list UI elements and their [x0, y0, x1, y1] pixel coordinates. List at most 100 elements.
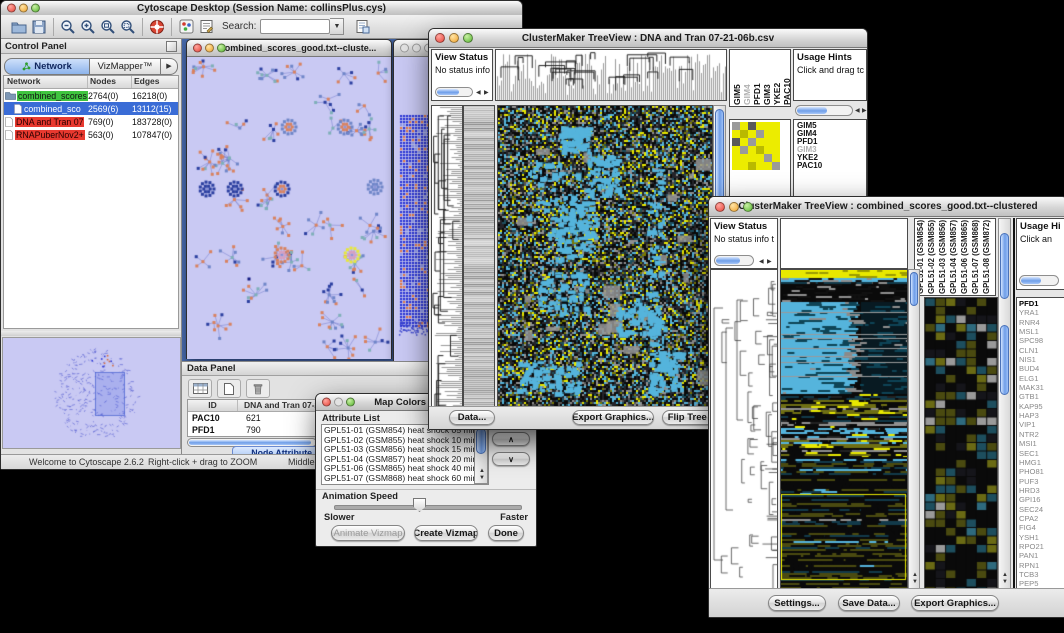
gene-label[interactable]: SEC1 [1019, 449, 1064, 458]
gene-label[interactable]: RPO21 [1019, 542, 1064, 551]
tv2-labels-vscrollbar[interactable]: ▲ ▼ [998, 218, 1011, 589]
zoom-heatmap-canvas[interactable] [925, 298, 997, 588]
zoom-heatmap-cell[interactable] [764, 146, 772, 154]
zoom-heatmap-cell[interactable] [756, 154, 764, 162]
column-label[interactable]: GPL51-02 (GSM855) [927, 220, 938, 294]
usage-hints-scrollbar[interactable] [1019, 275, 1059, 286]
zoom-heatmap-cell[interactable] [756, 138, 764, 146]
scroll-down-arrow[interactable]: ▼ [479, 475, 485, 481]
zoom-heatmap[interactable] [732, 122, 780, 170]
column-label[interactable]: PAC10 [782, 51, 791, 105]
minimize-button[interactable] [412, 44, 421, 53]
close-button[interactable] [715, 202, 725, 212]
col-header-edges[interactable]: Edges [132, 76, 178, 88]
column-label[interactable]: YKE2 [772, 51, 782, 105]
column-label[interactable]: GIM4 [742, 51, 752, 105]
gene-label[interactable]: CPA2 [1019, 514, 1064, 523]
scroll-down-arrow[interactable]: ▼ [1002, 579, 1008, 585]
birdseye-canvas[interactable] [3, 338, 180, 448]
global-heatmap-canvas[interactable] [498, 106, 712, 408]
column-label[interactable]: GIM5 [732, 51, 742, 105]
help-lifering-icon[interactable] [147, 17, 167, 37]
zoom-button[interactable] [346, 398, 355, 407]
zoom-heatmap-cell[interactable] [732, 122, 740, 130]
gene-label[interactable]: RNR4 [1019, 318, 1064, 327]
gene-label[interactable]: NIS1 [1019, 355, 1064, 364]
scrollbar-thumb[interactable] [910, 272, 918, 306]
zoom-heatmap-cell[interactable] [748, 138, 756, 146]
row-strip-canvas[interactable] [464, 106, 494, 408]
animation-speed-slider[interactable] [334, 505, 522, 510]
zoom-heatmap-cell[interactable] [732, 154, 740, 162]
import-table-icon[interactable] [352, 17, 372, 37]
gene-label[interactable]: PAC10 [797, 162, 866, 170]
zoom-heatmap-cell[interactable] [748, 162, 756, 170]
search-input[interactable] [260, 19, 330, 34]
zoom-button[interactable] [31, 4, 40, 13]
gene-label[interactable]: FIG4 [1019, 523, 1064, 532]
save-data-button[interactable]: Data... [449, 410, 495, 425]
zoom-in-icon[interactable] [78, 17, 98, 37]
delete-attribute-trash-icon[interactable] [246, 379, 270, 398]
tv2-column-dendrogram[interactable] [780, 218, 908, 269]
zoom-heatmap-cell[interactable] [756, 122, 764, 130]
scroll-right-arrow[interactable]: ▶ [862, 108, 867, 114]
minimize-button[interactable] [334, 398, 343, 407]
zoom-heatmap-cell[interactable] [772, 130, 780, 138]
gene-label[interactable]: TCB3 [1019, 570, 1064, 579]
zoom-heatmap-cell[interactable] [748, 122, 756, 130]
tv1-zoom-hscrollbar[interactable] [795, 105, 853, 116]
zoom-heatmap-cell[interactable] [772, 122, 780, 130]
gene-label[interactable]: YRA1 [1019, 308, 1064, 317]
scroll-up-arrow[interactable]: ▲ [912, 572, 918, 578]
gene-label[interactable]: GTB1 [1019, 392, 1064, 401]
treeview2-titlebar[interactable]: ClusterMaker TreeView : combined_scores_… [709, 197, 1064, 217]
gene-label[interactable]: MSI1 [1019, 439, 1064, 448]
zoom-heatmap-cell[interactable] [764, 138, 772, 146]
scroll-right-arrow[interactable]: ▶ [484, 90, 489, 96]
tv1-row-dendrogram[interactable] [431, 105, 463, 409]
birdseye-view[interactable] [2, 337, 181, 449]
zoom-heatmap-cell[interactable] [732, 138, 740, 146]
search-dropdown-arrow[interactable]: ▼ [330, 18, 344, 35]
settings-button[interactable]: Settings... [768, 595, 826, 611]
tv2-global-heatmap[interactable] [780, 269, 908, 589]
gene-label[interactable]: SPC98 [1019, 336, 1064, 345]
close-button[interactable] [400, 44, 409, 53]
zoom-heatmap-cell[interactable] [740, 146, 748, 154]
tv1-row-strip[interactable] [463, 105, 495, 409]
annotation-icon[interactable] [196, 17, 216, 37]
zoom-heatmap-cell[interactable] [772, 138, 780, 146]
animate-vizmap-button[interactable]: Animate Vizmap [331, 525, 405, 541]
network-row[interactable]: RNAPuberNov2+ 563(0) 107847(0) [4, 128, 178, 141]
zoom-heatmap-cell[interactable] [748, 154, 756, 162]
scroll-up-arrow[interactable]: ▲ [1002, 572, 1008, 578]
gene-label[interactable]: BUD4 [1019, 364, 1064, 373]
gene-label[interactable]: ELG1 [1019, 374, 1064, 383]
tv2-row-dendrogram[interactable] [710, 269, 778, 589]
column-label[interactable]: GPL51-04 (GSM857) [949, 220, 960, 294]
attribute-list-item[interactable]: GPL51-07 (GSM868) heat shock 60 min [322, 474, 473, 484]
zoom-out-icon[interactable] [58, 17, 78, 37]
zoom-heatmap-cell[interactable] [732, 130, 740, 138]
minimize-button[interactable] [205, 44, 214, 53]
export-graphics-button[interactable]: Export Graphics... [572, 410, 654, 425]
zoom-heatmap-cell[interactable] [772, 154, 780, 162]
gene-label[interactable]: NTR2 [1019, 430, 1064, 439]
zoom-button[interactable] [217, 44, 226, 53]
attribute-list-scrollbar[interactable]: ▲ ▼ [474, 425, 488, 484]
gene-label[interactable]: MAK31 [1019, 383, 1064, 392]
vizmapper-icon[interactable] [176, 17, 196, 37]
zoom-heatmap-cell[interactable] [756, 130, 764, 138]
view-status-scrollbar[interactable] [714, 255, 754, 266]
save-session-icon[interactable] [29, 17, 49, 37]
zoom-heatmap-cell[interactable] [748, 130, 756, 138]
gene-label[interactable]: HRD3 [1019, 486, 1064, 495]
gene-label[interactable]: YSH1 [1019, 533, 1064, 542]
gene-label[interactable]: MSL1 [1019, 327, 1064, 336]
tab-vizmapper[interactable]: VizMapper™ [90, 58, 161, 75]
scroll-left-arrow[interactable]: ◀ [855, 108, 860, 114]
zoom-heatmap-cell[interactable] [740, 162, 748, 170]
zoom-heatmap-cell[interactable] [764, 162, 772, 170]
gene-label[interactable]: GPI16 [1019, 495, 1064, 504]
